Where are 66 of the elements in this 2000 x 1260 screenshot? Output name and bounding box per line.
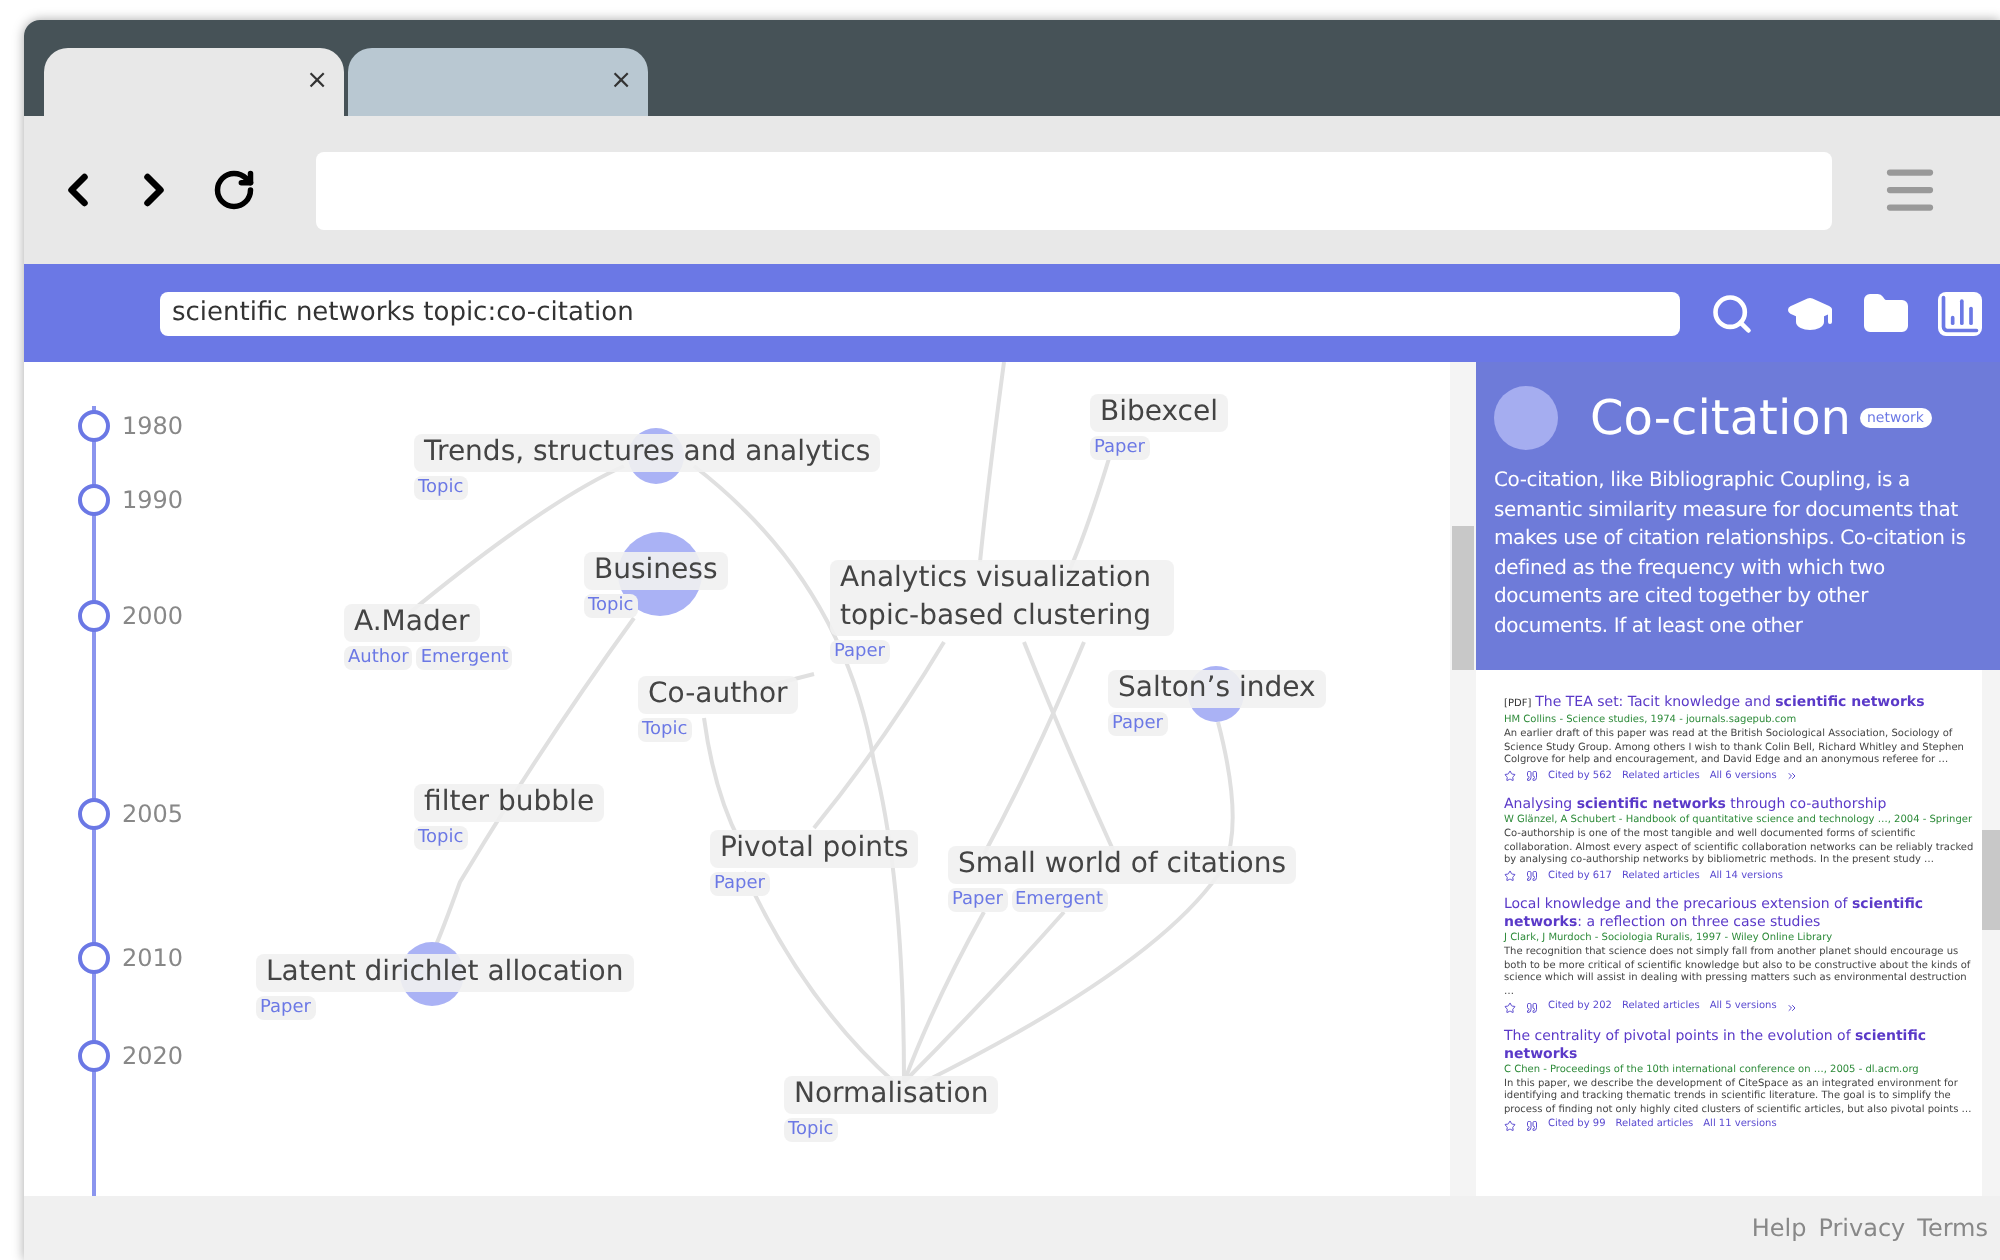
graph-node[interactable]: Pivotal points Paper (710, 830, 919, 896)
node-tag: Paper (830, 640, 889, 664)
browser-tab[interactable]: × (44, 48, 344, 116)
node-tag: Topic (584, 594, 638, 618)
node-tag: Emergent (1011, 888, 1108, 912)
graph-node[interactable]: Small world of citations Paper Emergent (948, 846, 1297, 912)
node-tag: Emergent (416, 646, 513, 670)
node-tag: Author (344, 646, 413, 670)
quote-icon[interactable] (1526, 1119, 1538, 1132)
browser-tab[interactable]: × (348, 48, 648, 116)
node-tag: Topic (784, 1118, 838, 1142)
node-tag: Topic (414, 826, 468, 850)
reload-icon[interactable] (212, 168, 256, 212)
graph-node[interactable]: filter bubble Topic (414, 784, 605, 850)
search-field[interactable]: scientific networks topic:co-citation (160, 291, 1680, 335)
close-tab-button[interactable]: × (610, 62, 632, 102)
scrollbar[interactable] (1450, 362, 1476, 1196)
node-label[interactable]: Normalisation (784, 1076, 999, 1114)
graph-node[interactable]: Trends, structures and analytics Topic (414, 428, 881, 500)
node-label[interactable]: Bibexcel (1090, 394, 1228, 432)
results-scrollbar[interactable] (1982, 670, 2000, 1196)
year-label: 1990 (122, 484, 184, 518)
star-icon[interactable] (1504, 770, 1516, 783)
graph-node[interactable]: A.Mader Author Emergent (344, 604, 513, 670)
node-label[interactable]: Trends, structures and analytics (414, 434, 881, 472)
scroll-thumb[interactable] (1452, 526, 1474, 670)
node-tag: Paper (948, 888, 1007, 912)
node-tag: Topic (638, 718, 692, 742)
close-tab-button[interactable]: × (306, 62, 328, 102)
node-label[interactable]: Business (584, 552, 728, 590)
graph-node[interactable]: Co-author Topic (638, 676, 798, 742)
node-label[interactable]: Salton’s index (1108, 670, 1326, 708)
graph-node[interactable]: Salton’s index Paper (1108, 666, 1326, 736)
node-tag: Paper (1108, 712, 1167, 736)
graph-node[interactable]: Normalisation Topic (784, 1076, 999, 1142)
year-label: 1980 (122, 410, 184, 444)
star-icon[interactable] (1504, 1001, 1516, 1014)
node-label[interactable]: Small world of citations (948, 846, 1297, 884)
detail-title: Co-citation (1590, 388, 1851, 450)
node-label[interactable]: Co-author (638, 676, 798, 714)
chart-icon[interactable] (1938, 291, 1982, 335)
folder-icon[interactable] (1862, 289, 1910, 337)
quote-icon[interactable] (1526, 870, 1538, 883)
node-tag: Paper (1090, 436, 1149, 460)
node-tag: Paper (256, 996, 315, 1020)
scroll-thumb[interactable] (1982, 830, 2000, 930)
year-label: 2020 (122, 1040, 184, 1074)
detail-description: Co-citation, like Bibliographic Coupling, is a semantic similarity measure for documents that makes use of citation relationships. Co-citation is defined as the frequency with which two documents are cited together by other documents. If at least one other (1494, 468, 1968, 641)
node-label[interactable]: Analytics visualization topic-based clustering (830, 560, 1174, 636)
graph-node[interactable]: Latent dirichlet allocation Paper (256, 942, 634, 1020)
node-label[interactable]: A.Mader (344, 604, 480, 642)
graph-node[interactable]: Bibexcel Paper (1090, 394, 1228, 460)
node-label[interactable]: Pivotal points (710, 830, 919, 868)
year-label: 2000 (122, 600, 184, 634)
quote-icon[interactable] (1526, 770, 1538, 783)
node-label[interactable]: filter bubble (414, 784, 605, 822)
year-label: 2005 (122, 798, 184, 832)
node-tag: Paper (710, 872, 769, 896)
quote-icon[interactable] (1526, 1001, 1538, 1014)
star-icon[interactable] (1504, 1119, 1516, 1132)
star-icon[interactable] (1504, 870, 1516, 883)
node-label[interactable]: Latent dirichlet allocation (256, 954, 634, 992)
year-label: 2010 (122, 942, 184, 976)
graph-node[interactable]: Analytics visualization topic-based clustering Paper (830, 560, 1174, 664)
node-tag: Topic (414, 476, 468, 500)
search-icon[interactable] (1710, 291, 1754, 335)
